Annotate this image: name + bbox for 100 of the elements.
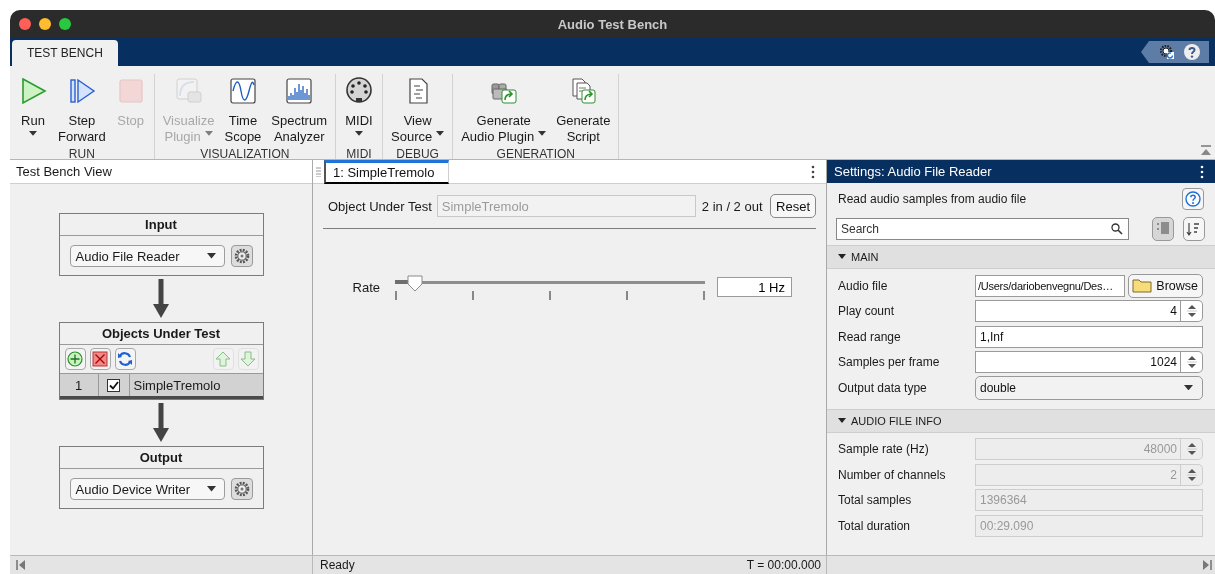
slider[interactable] (395, 273, 705, 301)
stepper-button[interactable] (1181, 463, 1203, 486)
settings-button[interactable] (230, 478, 253, 500)
caret-icon (1184, 385, 1193, 391)
block-title: Input (145, 217, 177, 232)
gear-icon (233, 481, 250, 497)
ribbon-button[interactable]: Time Scope (219, 74, 267, 147)
stepper-button[interactable] (1181, 438, 1203, 461)
description: Read audio samples from audio file (838, 192, 1027, 206)
settings-button[interactable] (230, 245, 253, 267)
field-label: Total samples (838, 493, 913, 508)
midi-connector-icon (344, 76, 374, 106)
ribbon-button[interactable]: Step Forward (53, 74, 111, 147)
add-icon (67, 351, 83, 367)
group-label: DEBUG (395, 147, 440, 163)
time-readout: T = 00:00.000 (746, 558, 821, 572)
spectrum-icon (284, 76, 315, 106)
list-icon (1155, 221, 1171, 237)
flow-arrow (153, 279, 169, 319)
checkbox[interactable] (107, 378, 120, 392)
ribbon-button[interactable]: Generate Audio Plugin (456, 74, 552, 147)
ribbon-button[interactable]: Generate Script (551, 74, 616, 147)
ribbon-button[interactable]: View Source (386, 74, 450, 147)
help-icon (1185, 191, 1201, 207)
slider-thumb[interactable] (407, 275, 424, 292)
grip-icon (316, 166, 321, 177)
field-label: Sample rate (Hz) (838, 442, 930, 457)
stepper-button[interactable] (1181, 351, 1203, 374)
value-field[interactable]: 1 Hz (717, 277, 792, 297)
stepper-icon (1186, 442, 1197, 457)
stepper-icon (1186, 467, 1197, 482)
caret-icon (206, 253, 216, 259)
down-arrow-icon (240, 351, 256, 367)
browse-button[interactable]: Browse (1128, 273, 1203, 298)
group-label: VISUALIZATION (199, 147, 291, 163)
dropdown[interactable]: Audio File Reader (69, 245, 225, 267)
tool-button[interactable] (114, 348, 136, 370)
field-label: Audio file (838, 278, 889, 293)
caret-icon (206, 486, 216, 492)
field-label: Total duration (838, 518, 912, 533)
number-field[interactable]: 4 (975, 300, 1181, 323)
field-label: Read range (838, 329, 902, 344)
sine-wave-icon (227, 76, 258, 106)
table-row[interactable]: 1 SimpleTremolo (59, 373, 263, 399)
search-field[interactable]: Search (836, 218, 1129, 240)
view-toggle-button[interactable] (1152, 217, 1174, 241)
panel-title: Test Bench View (16, 164, 112, 179)
kebab-menu-icon (1200, 164, 1204, 179)
stepper-icon (1186, 355, 1197, 370)
status-text: Ready (320, 558, 355, 572)
help-icon (1183, 43, 1201, 61)
skip-forward-icon (1202, 559, 1212, 571)
ribbon-button[interactable]: Spectrum Analyzer (266, 74, 332, 147)
field-label: Object Under Test (328, 198, 432, 214)
check-icon (108, 380, 119, 390)
field-label: Output data type (838, 380, 928, 395)
field-label: Play count (838, 304, 896, 319)
close-button[interactable] (19, 18, 31, 30)
parameter-label: Rate (351, 279, 380, 295)
layout-reset-button[interactable] (1157, 42, 1177, 62)
stepper-icon (1186, 304, 1197, 319)
tool-button[interactable] (64, 348, 86, 370)
channel-count: 2 in / 2 out (701, 198, 763, 214)
input-field[interactable]: 1,Inf (975, 325, 1203, 348)
object-name: SimpleTremolo (133, 377, 221, 393)
refresh-icon (117, 351, 133, 367)
dropdown[interactable]: double (975, 375, 1203, 400)
minimize-button[interactable] (39, 18, 51, 30)
section-header[interactable]: AUDIO FILE INFO (827, 408, 1215, 433)
document-tab[interactable]: 1: SimpleTremolo (324, 160, 450, 184)
tool-button[interactable] (89, 348, 111, 370)
group-label: MIDI (345, 147, 373, 163)
sort-icon (1186, 221, 1202, 237)
ribbon-button[interactable]: MIDI (339, 74, 379, 147)
up-arrow-icon (215, 351, 231, 367)
block-title: Output (139, 450, 183, 465)
folder-icon (1132, 278, 1153, 294)
input-field[interactable]: /Users/dariobenvegnu/Des… (975, 274, 1126, 297)
zoom-button[interactable] (59, 18, 71, 30)
skip-back-icon (16, 559, 26, 571)
plugin-window-icon (173, 76, 204, 106)
stepper-button[interactable] (1181, 300, 1203, 323)
group-label: GENERATION (495, 147, 577, 163)
field-label: Samples per frame (838, 355, 941, 370)
number-field[interactable]: 1024 (975, 351, 1181, 374)
remove-icon (92, 351, 108, 367)
ribbon-button[interactable]: Run (13, 74, 53, 147)
help-button[interactable] (1182, 188, 1204, 210)
view-toggle-button[interactable] (1183, 217, 1205, 241)
search-icon (1111, 223, 1123, 235)
block-title: Objects Under Test (101, 326, 221, 341)
toolstrip-tab[interactable]: TEST BENCH (12, 40, 118, 66)
dropdown[interactable]: Audio Device Writer (69, 478, 225, 500)
section-header[interactable]: MAIN (827, 245, 1215, 269)
window-title: Audio Test Bench (557, 16, 668, 32)
reset-button[interactable]: Reset (770, 194, 816, 218)
help-button[interactable] (1181, 41, 1203, 63)
panel-title: Settings: Audio File Reader (834, 164, 992, 179)
flow-arrow (153, 403, 169, 443)
field-label: Number of channels (838, 467, 947, 482)
